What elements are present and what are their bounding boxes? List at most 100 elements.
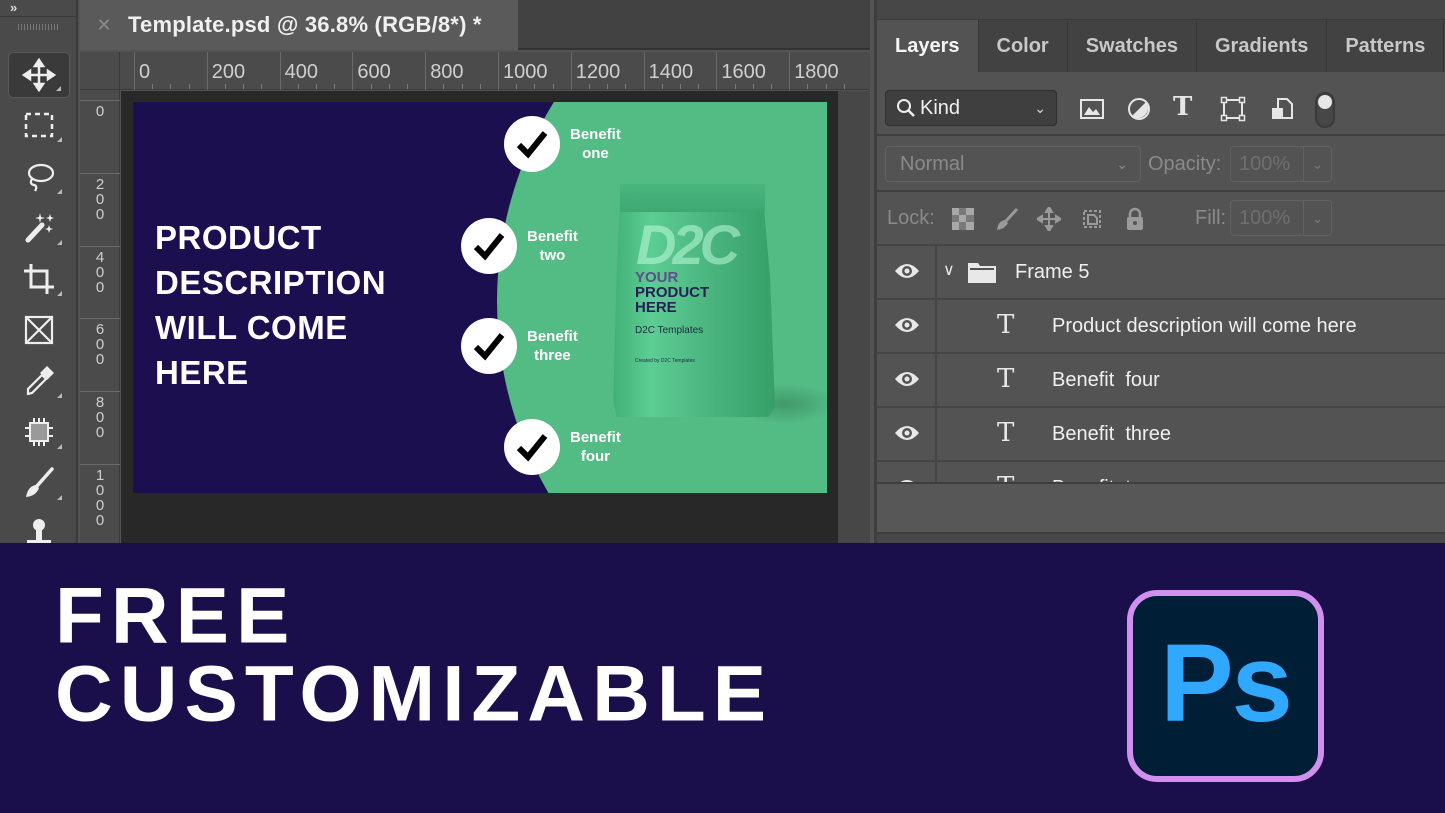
ruler-label: 1000 — [95, 467, 105, 529]
ruler-label: 1600 — [721, 61, 766, 83]
tab-gradients[interactable]: Gradients — [1197, 20, 1328, 72]
clone-stamp-tool[interactable] — [8, 510, 70, 543]
ruler-major-tick — [134, 52, 135, 90]
filter-toggle[interactable] — [1315, 92, 1335, 128]
document-tab[interactable]: ✕ Template.psd @ 36.8% (RGB/8*) * — [80, 0, 518, 50]
visibility-column-divider — [935, 462, 937, 482]
shape-filter-icon[interactable] — [1220, 96, 1246, 122]
lock-artboard-icon[interactable] — [1080, 207, 1104, 231]
ruler-minor-tick — [516, 84, 518, 89]
ruler-major-tick — [80, 464, 120, 465]
ruler-origin[interactable] — [80, 52, 120, 90]
visibility-column-divider — [935, 246, 937, 300]
toolbar-grip[interactable] — [18, 24, 58, 30]
opacity-label: Opacity: — [1148, 153, 1222, 175]
stamp-icon — [27, 519, 51, 543]
ruler-label: 0 — [139, 61, 151, 83]
image-filter-icon[interactable] — [1079, 96, 1105, 122]
chevron-down-icon[interactable]: ⌄ — [1303, 201, 1331, 235]
bag-title: YOUR PRODUCT HERE — [635, 269, 710, 316]
collapse-panel-button[interactable]: » — [10, 0, 17, 15]
lock-transparent-icon[interactable] — [951, 207, 975, 231]
artboard-frame-5[interactable]: PRODUCT DESCRIPTION WILL COME HERE Benef… — [133, 102, 827, 493]
product-bag-mockup[interactable]: D2C YOUR PRODUCT HERE D2C Templates Crea… — [610, 184, 827, 424]
document-tab-bar: ✕ Template.psd @ 36.8% (RGB/8*) * — [80, 0, 870, 50]
healing-tool[interactable] — [8, 409, 70, 455]
layer-row[interactable]: T Benefit four — [877, 352, 1445, 408]
description-line: HERE — [155, 354, 249, 391]
tab-layers[interactable]: Layers — [877, 20, 979, 72]
blend-mode-dropdown[interactable]: Normal ⌄ — [885, 146, 1141, 182]
eye-icon[interactable] — [893, 314, 921, 336]
layer-name: Benefit four — [1052, 369, 1160, 391]
ruler-minor-tick — [807, 84, 809, 89]
ruler-label: 1800 — [794, 61, 839, 83]
eye-icon[interactable] — [893, 368, 921, 390]
ruler-minor-tick — [152, 84, 154, 89]
vertical-ruler[interactable]: 0 200 400 600 800 1000 — [80, 90, 120, 543]
lock-image-icon[interactable] — [995, 207, 1019, 231]
document-title: Template.psd @ 36.8% (RGB/8*) * — [128, 12, 482, 37]
layer-row[interactable]: T Benefit two — [877, 460, 1445, 482]
benefit-four[interactable]: Benefit four — [504, 419, 621, 475]
lasso-tool[interactable] — [8, 154, 70, 200]
lock-all-icon[interactable] — [1123, 207, 1147, 231]
tab-color[interactable]: Color — [979, 20, 1068, 72]
product-description-text[interactable]: PRODUCT DESCRIPTION WILL COME HERE — [155, 215, 386, 395]
move-icon — [22, 58, 56, 92]
fill-label: Fill: — [1195, 207, 1227, 229]
ruler-minor-tick — [607, 84, 609, 89]
benefit-label: Benefit three — [527, 328, 578, 364]
ruler-minor-tick — [734, 84, 736, 89]
ruler-minor-tick — [698, 84, 700, 89]
smart-object-filter-icon[interactable] — [1269, 96, 1295, 122]
ruler-major-tick — [716, 52, 718, 90]
ruler-major-tick — [206, 52, 208, 90]
crop-tool[interactable] — [8, 256, 70, 302]
chevron-down-icon[interactable]: ∨ — [943, 260, 955, 280]
opacity-field[interactable]: 100% ⌄ — [1230, 146, 1332, 182]
ruler-major-tick — [643, 52, 645, 90]
layer-row-group[interactable]: ∨ Frame 5 — [877, 244, 1445, 300]
frame-tool[interactable] — [8, 307, 70, 353]
layer-row[interactable]: T Benefit three — [877, 406, 1445, 462]
layer-row[interactable]: T Product description will come here — [877, 298, 1445, 354]
tab-patterns[interactable]: Patterns — [1327, 20, 1445, 72]
ruler-minor-tick — [825, 84, 827, 89]
ruler-minor-tick — [297, 84, 299, 89]
horizontal-ruler[interactable]: 0 200 400 600 800 1000 1200 1400 1600 1800 — [120, 52, 870, 90]
type-filter-icon[interactable]: T — [1173, 92, 1199, 122]
benefit-one[interactable]: Benefit one — [504, 116, 621, 172]
frame-icon — [24, 315, 54, 345]
close-icon[interactable]: ✕ — [80, 15, 128, 36]
ruler-label: 400 — [95, 248, 105, 296]
magic-wand-tool[interactable] — [8, 205, 70, 251]
marquee-icon — [24, 112, 54, 138]
eye-icon[interactable] — [893, 422, 921, 444]
tab-swatches[interactable]: Swatches — [1068, 20, 1197, 72]
photoshop-logo-text: Ps — [1160, 621, 1293, 745]
panel-divider — [877, 190, 1445, 192]
eyedropper-tool[interactable] — [8, 358, 70, 404]
marquee-tool[interactable] — [8, 102, 70, 148]
benefit-three[interactable]: Benefit three — [461, 318, 578, 374]
layer-name: Benefit three — [1052, 423, 1171, 445]
chevron-down-icon[interactable]: ⌄ — [1303, 147, 1331, 181]
ruler-minor-tick — [534, 84, 536, 89]
healing-icon — [25, 418, 53, 446]
brush-tool[interactable] — [8, 460, 70, 506]
move-tool[interactable] — [8, 52, 70, 98]
adjustment-filter-icon[interactable] — [1126, 96, 1152, 122]
tool-flyout-indicator — [57, 393, 62, 398]
fill-field[interactable]: 100% ⌄ — [1230, 200, 1332, 236]
tool-flyout-indicator — [57, 444, 62, 449]
benefit-two[interactable]: Benefit two — [461, 218, 578, 274]
tool-flyout-indicator — [57, 495, 62, 500]
lock-position-icon[interactable] — [1037, 207, 1061, 231]
lock-row: Lock: Fill: 100% ⌄ — [877, 194, 1445, 244]
filter-kind-dropdown[interactable]: Kind ⌄ — [885, 90, 1057, 126]
photoshop-window: » ✕ Template.psd @ 36.8% (RGB/8*) * 0 20… — [0, 0, 1445, 543]
ruler-label: 0 — [95, 103, 105, 120]
lasso-icon — [27, 163, 55, 192]
eye-icon[interactable] — [893, 260, 921, 282]
